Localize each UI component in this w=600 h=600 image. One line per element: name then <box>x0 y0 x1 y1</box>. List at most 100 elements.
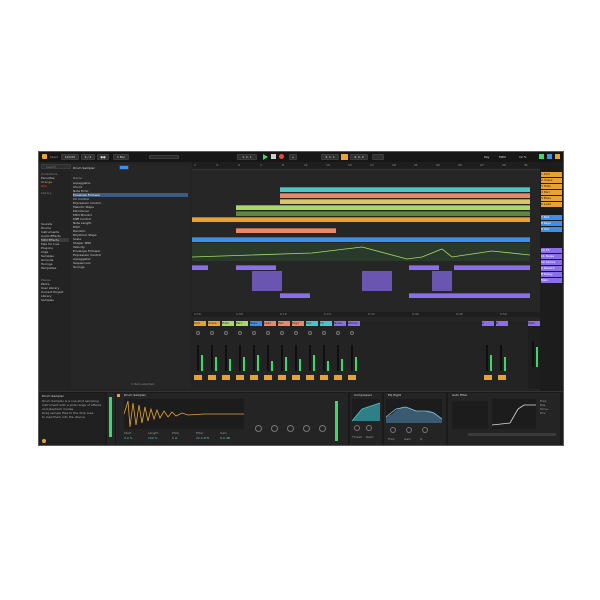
device-title[interactable]: Auto Filter <box>452 393 482 397</box>
loop-start-field[interactable]: 3. 1. 1 <box>321 154 339 160</box>
clip[interactable] <box>192 237 530 242</box>
clip[interactable] <box>409 265 439 270</box>
channel-name[interactable]: Lead <box>264 321 276 326</box>
track-header[interactable]: 5 Bass <box>541 196 562 201</box>
device-power-icon[interactable] <box>117 394 120 397</box>
channel-name[interactable]: Vox <box>306 321 318 326</box>
draw-mode-button[interactable] <box>372 154 384 160</box>
collection-item[interactable]: Red <box>41 184 69 188</box>
pan-knob[interactable] <box>224 331 228 335</box>
knob[interactable] <box>390 427 396 433</box>
return-button[interactable] <box>498 375 506 380</box>
clip[interactable] <box>236 211 530 216</box>
track-header[interactable]: 8 Keys <box>541 221 562 226</box>
param-value[interactable]: 100 % <box>148 436 170 440</box>
clip[interactable] <box>280 293 310 298</box>
audio-clip[interactable] <box>432 271 452 291</box>
filter-display[interactable] <box>491 399 536 429</box>
tap-button[interactable]: Search <box>50 155 58 159</box>
clip[interactable] <box>236 228 336 233</box>
track-number-button[interactable] <box>222 375 230 380</box>
channel-name[interactable]: Bass <box>250 321 262 326</box>
track-header[interactable]: 4 Perc <box>541 190 562 195</box>
filter-button[interactable] <box>119 165 129 170</box>
knob[interactable] <box>354 425 360 431</box>
pan-knob[interactable] <box>210 331 214 335</box>
channel-name[interactable]: Keys <box>292 321 304 326</box>
track-number-button[interactable] <box>278 375 286 380</box>
channel-name[interactable]: Pad <box>278 321 290 326</box>
clip[interactable] <box>192 217 530 222</box>
device-title[interactable]: EQ Eight <box>388 393 418 397</box>
track-header[interactable]: 6 Lead <box>541 202 562 207</box>
volume-fader[interactable] <box>267 345 269 371</box>
volume-fader[interactable] <box>295 345 297 371</box>
track-number-button[interactable] <box>264 375 272 380</box>
channel-name[interactable]: Hats <box>222 321 234 326</box>
clip[interactable] <box>409 293 530 298</box>
audio-clip[interactable] <box>362 271 392 291</box>
param-value[interactable]: 0.0 % <box>124 436 146 440</box>
channel-name[interactable]: Noise <box>334 321 346 326</box>
clip[interactable] <box>280 193 530 198</box>
volume-fader[interactable] <box>309 345 311 371</box>
volume-fader[interactable] <box>197 345 199 371</box>
param-value[interactable]: 22.0 kHz <box>196 436 218 440</box>
track-number-button[interactable] <box>292 375 300 380</box>
clip[interactable] <box>236 205 530 210</box>
loop-button[interactable] <box>341 154 348 160</box>
track-header[interactable]: 10 FX <box>541 248 562 253</box>
track-header[interactable]: A Reverb <box>541 266 562 271</box>
channel-name[interactable]: Main <box>528 321 540 326</box>
time-ruler[interactable]: 0:00 0:08 0:16 0:24 0:32 0:40 0:48 0:56 <box>192 312 540 317</box>
pan-knob[interactable] <box>266 331 270 335</box>
clip[interactable] <box>280 199 530 204</box>
track-number-button[interactable] <box>320 375 328 380</box>
pan-knob[interactable] <box>350 331 354 335</box>
volume-fader[interactable] <box>337 345 339 371</box>
compressor-display[interactable] <box>351 399 381 422</box>
pan-knob[interactable] <box>336 331 340 335</box>
category-item[interactable]: Templates <box>41 266 69 270</box>
tempo-field[interactable]: 120.00 <box>61 154 79 160</box>
pan-knob[interactable] <box>196 331 200 335</box>
knob[interactable] <box>319 425 326 432</box>
volume-fader[interactable] <box>239 345 241 371</box>
track-number-button[interactable] <box>306 375 314 380</box>
track-header[interactable]: 1 Kick <box>541 172 562 177</box>
track-number-button[interactable] <box>194 375 202 380</box>
track-number-button[interactable] <box>208 375 216 380</box>
key-map-button[interactable]: Key <box>484 155 496 159</box>
channel-name[interactable]: Snare <box>208 321 220 326</box>
volume-fader[interactable] <box>351 345 353 371</box>
volume-fader[interactable] <box>323 345 325 371</box>
scrollbar[interactable] <box>468 433 556 436</box>
list-item[interactable]: Tunings <box>73 265 188 269</box>
channel-name[interactable]: A <box>482 321 494 326</box>
pan-knob[interactable] <box>322 331 326 335</box>
search-input[interactable]: Search <box>41 164 71 169</box>
return-fader[interactable] <box>486 345 488 371</box>
clip[interactable] <box>236 265 276 270</box>
link-icon[interactable] <box>42 154 47 159</box>
track-number-button[interactable] <box>348 375 356 380</box>
pan-knob[interactable] <box>252 331 256 335</box>
channel-name[interactable]: B <box>496 321 508 326</box>
track-number-button[interactable] <box>236 375 244 380</box>
param-value[interactable]: 0.0 dB <box>220 436 242 440</box>
sample-display[interactable] <box>123 399 244 429</box>
pan-knob[interactable] <box>280 331 284 335</box>
overdub-button[interactable]: + <box>289 154 297 160</box>
knob[interactable] <box>287 425 294 432</box>
overview-strip[interactable] <box>149 155 179 159</box>
device-title[interactable]: Drum Sampler <box>124 393 154 397</box>
track-header[interactable]: 3 Hats <box>541 184 562 189</box>
track-header[interactable]: B Delay <box>541 272 562 277</box>
track-header[interactable]: 2 Snare <box>541 178 562 183</box>
channel-name[interactable]: Perc <box>236 321 248 326</box>
play-button[interactable] <box>263 154 268 160</box>
volume-fader[interactable] <box>211 345 213 371</box>
lfo-display[interactable] <box>452 401 488 429</box>
clip[interactable] <box>192 265 208 270</box>
pan-knob[interactable] <box>294 331 298 335</box>
